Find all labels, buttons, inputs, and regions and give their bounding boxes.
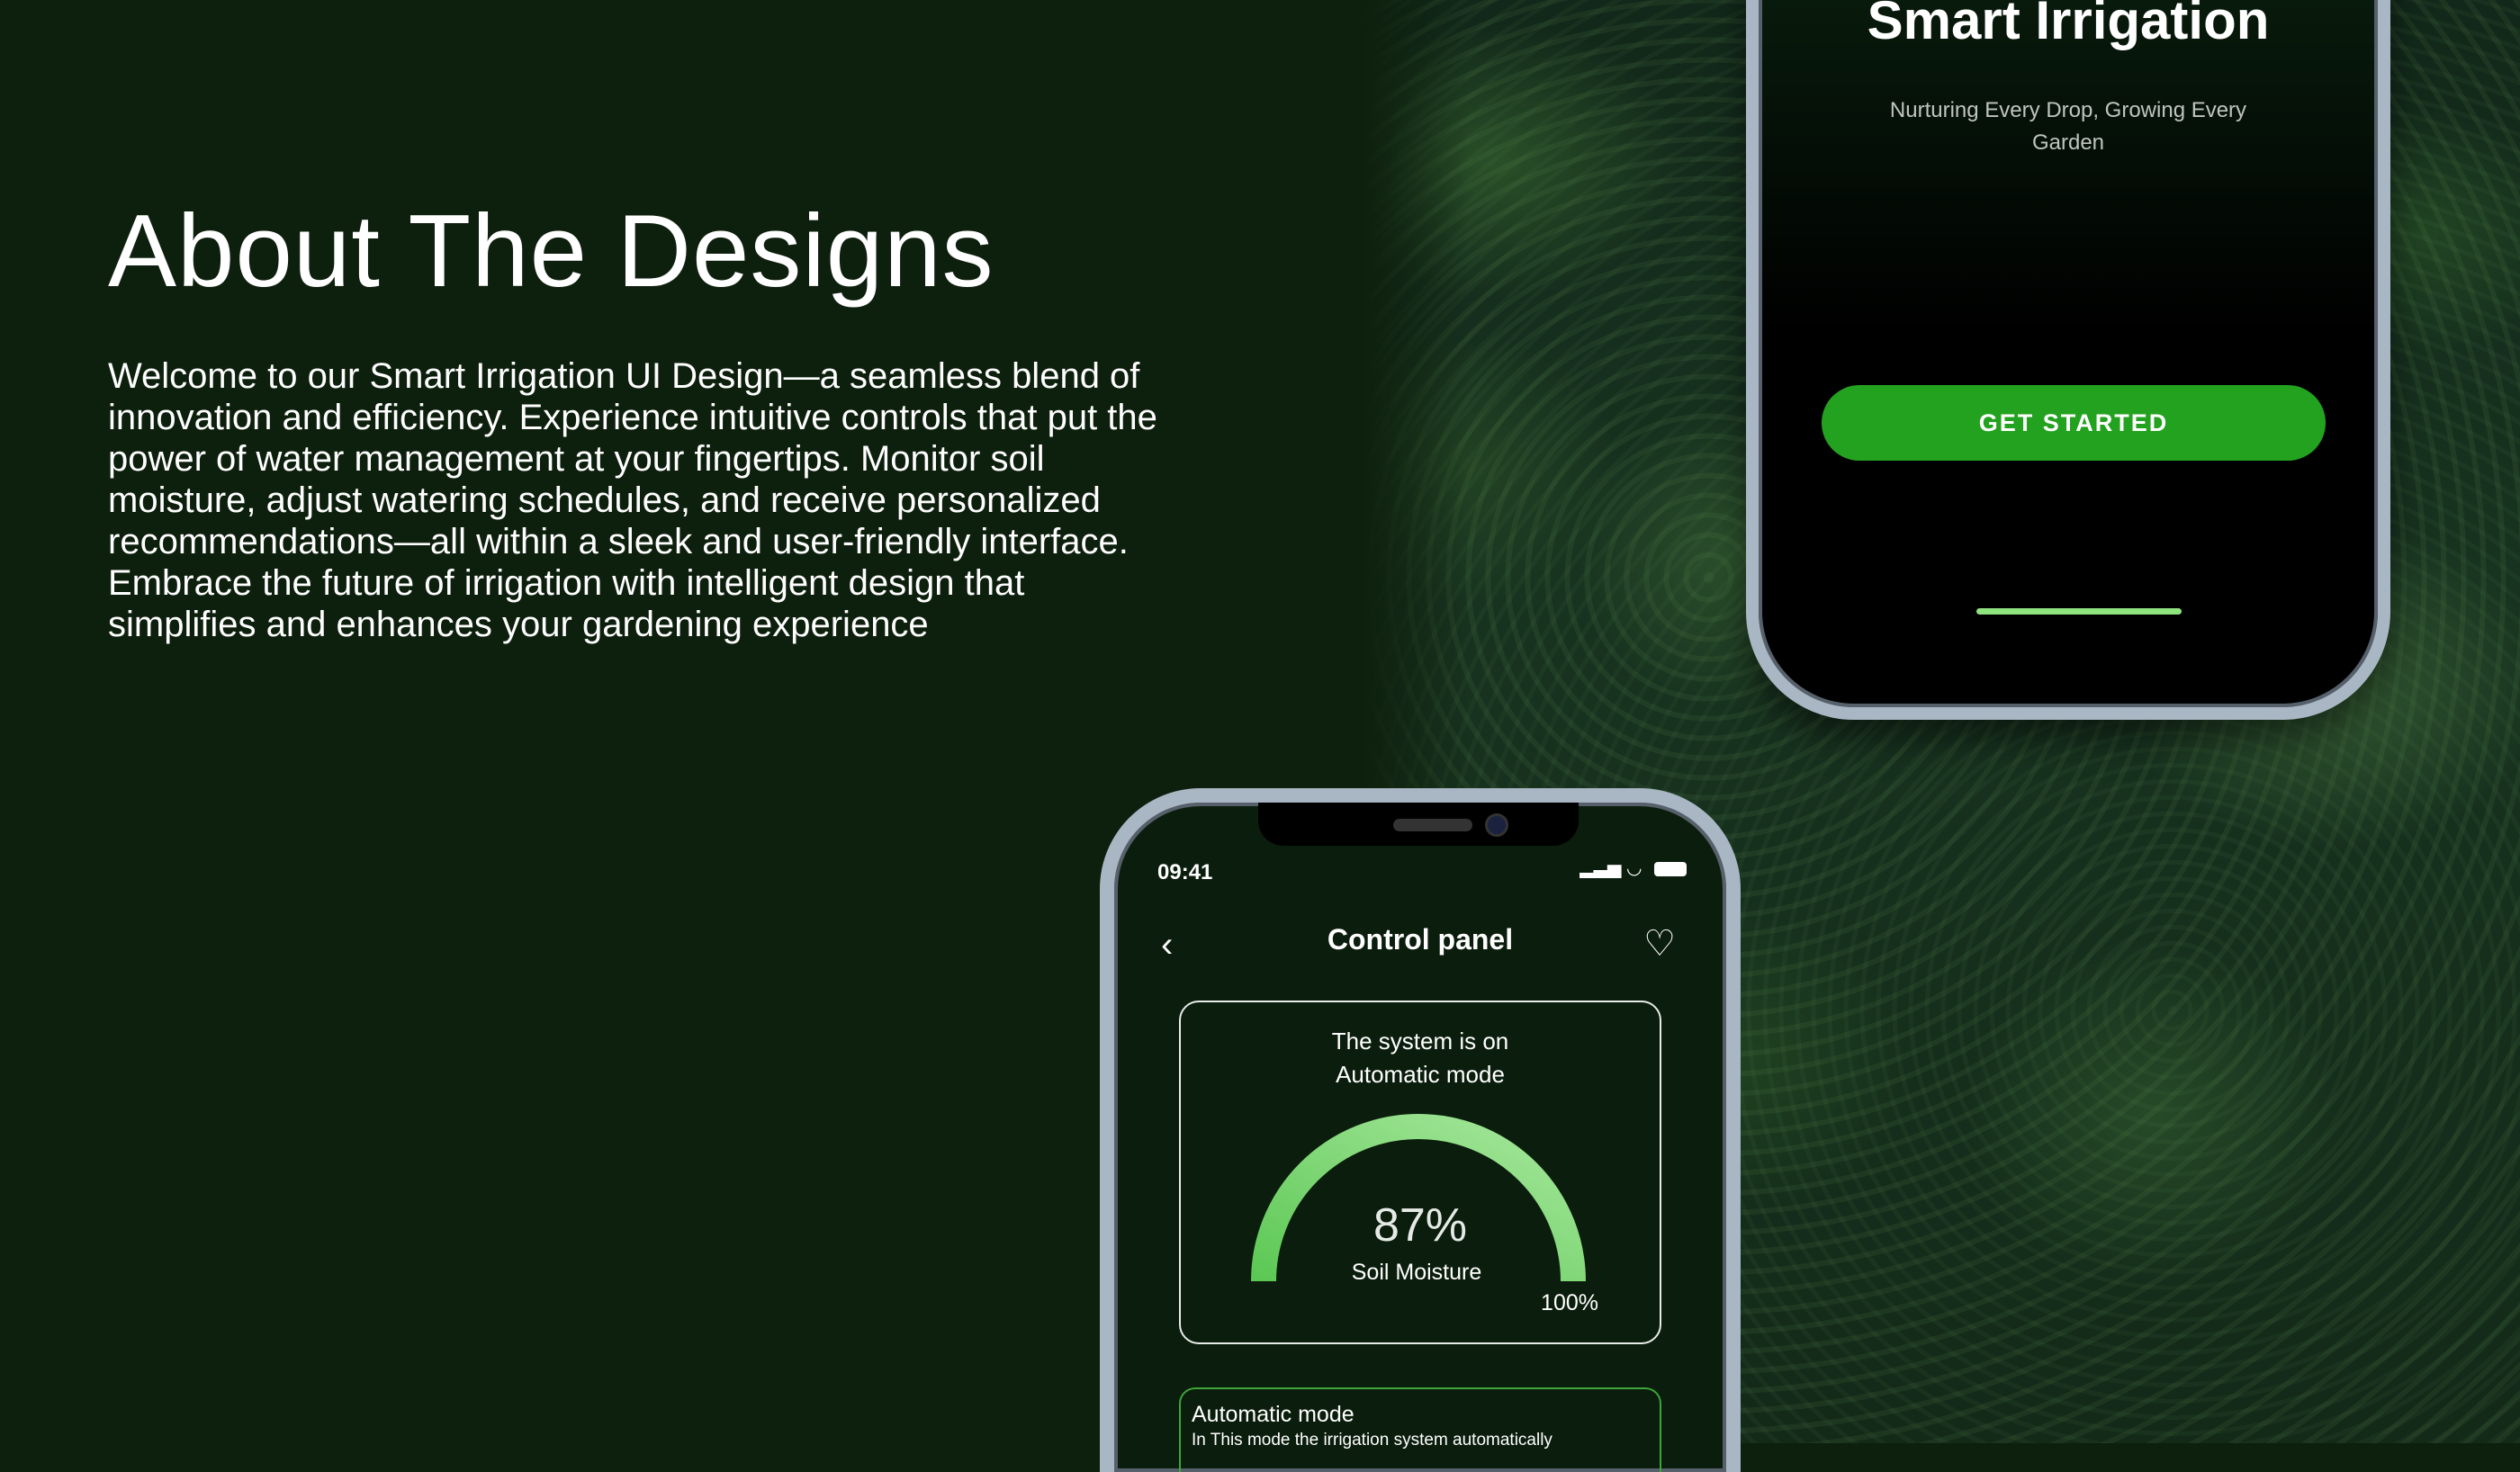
- phone-control-panel: 09:41 ▂▃▅ ◡ ‹ Control panel ♡ The system…: [1100, 788, 1741, 1472]
- system-status-card: The system is on Automatic mode 87% Soil…: [1179, 1001, 1661, 1344]
- signal-icon: ▂▃▅: [1580, 858, 1622, 878]
- camera-icon: [1485, 813, 1508, 837]
- home-indicator[interactable]: [1976, 608, 2182, 615]
- page-title: Control panel: [1327, 923, 1514, 956]
- battery-icon: [1654, 861, 1687, 876]
- app-tagline: Nurturing Every Drop, Growing Every Gard…: [1889, 98, 2247, 155]
- speaker-grille: [1393, 819, 1472, 831]
- mode-title: Automatic mode: [1192, 1402, 1354, 1427]
- status-time: 09:41: [1157, 860, 1213, 884]
- gauge-label: Soil Moisture: [1351, 1260, 1482, 1285]
- phone-onboarding: Smart Irrigation Nurturing Every Drop, G…: [1746, 0, 2390, 720]
- get-started-button[interactable]: GET STARTED: [1822, 385, 2326, 461]
- automatic-mode-card[interactable]: Automatic mode In This mode the irrigati…: [1179, 1387, 1661, 1472]
- gauge-value: 87%: [1372, 1199, 1468, 1252]
- about-description: Welcome to our Smart Irrigation UI Desig…: [108, 356, 1157, 644]
- heart-icon[interactable]: ♡: [1643, 923, 1676, 965]
- gauge-max-label: 100%: [1541, 1290, 1598, 1315]
- mode-description: In This mode the irrigation system autom…: [1192, 1431, 1552, 1450]
- phone-notch: [1258, 803, 1579, 846]
- app-title: Smart Irrigation: [1867, 0, 2270, 50]
- about-title: About The Designs: [108, 194, 994, 309]
- status-icons: ▂▃▅ ◡: [1580, 857, 1687, 879]
- wifi-icon: ◡: [1625, 858, 1642, 878]
